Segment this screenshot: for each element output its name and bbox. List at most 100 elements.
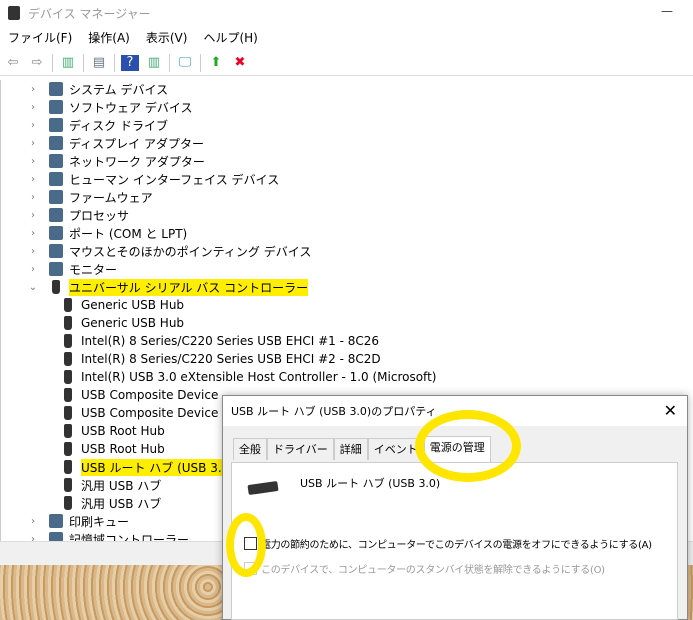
properties-dialog: USB ルート ハブ (USB 3.0)のプロパティ ✕ 全般 ドライバー 詳細 イベ… — [222, 395, 688, 620]
expand-chevron-icon[interactable]: › — [27, 138, 39, 149]
expand-chevron-icon[interactable]: › — [27, 264, 39, 275]
tree-item-label: ディスプレイ アダプター — [69, 136, 204, 151]
menu-item[interactable]: ヘルプ(H) — [195, 28, 265, 48]
tree-item-label: ディスク ドライブ — [69, 118, 168, 133]
expand-chevron-icon[interactable]: › — [27, 246, 39, 257]
tree-item-label: USB Composite Device — [81, 388, 219, 402]
help-icon[interactable]: ? — [121, 54, 139, 71]
tree-device[interactable]: USB Root Hub — [61, 422, 165, 440]
device-category-icon — [49, 514, 63, 528]
tree-item-label: 汎用 USB ハブ — [81, 496, 162, 511]
tree-item-label: ソフトウェア デバイス — [69, 100, 193, 115]
tree-item-label: ファームウェア — [69, 190, 153, 205]
tree-device[interactable]: Intel(R) 8 Series/C220 Series USB EHCI #… — [61, 332, 379, 350]
tree-device[interactable]: Generic USB Hub — [61, 296, 184, 314]
tree-item-label: モニター — [69, 262, 118, 277]
forward-arrow-icon[interactable]: ⇨ — [28, 55, 46, 71]
tree-device[interactable]: USB ルート ハブ (USB 3.0) — [61, 458, 234, 476]
tree-category[interactable]: › ソフトウェア デバイス — [27, 98, 192, 116]
device-category-icon — [49, 208, 63, 222]
tree-device[interactable]: Intel(R) 8 Series/C220 Series USB EHCI #… — [61, 350, 381, 368]
usb-device-icon — [64, 388, 72, 402]
usb-device-icon — [64, 352, 72, 366]
tree-item-label: プロセッサ — [69, 208, 130, 223]
properties-icon[interactable]: ▤ — [90, 55, 108, 71]
update-driver-icon[interactable]: ⬆ — [207, 55, 225, 71]
expand-chevron-icon[interactable]: › — [27, 84, 39, 95]
tree-item-label: Intel(R) 8 Series/C220 Series USB EHCI #… — [81, 352, 381, 366]
usb-device-icon — [64, 478, 72, 492]
usb-device-icon — [64, 316, 72, 330]
tree-device[interactable]: 汎用 USB ハブ — [61, 476, 161, 494]
expand-chevron-icon[interactable]: › — [27, 210, 39, 221]
expand-chevron-icon[interactable]: › — [27, 534, 39, 542]
highlight-circle — [226, 513, 266, 577]
tree-device[interactable]: USB Composite Device — [61, 404, 218, 422]
tree-category[interactable]: › ディスク ドライブ — [27, 116, 168, 134]
toolbar-separator — [52, 53, 53, 72]
show-hide-console-tree-icon[interactable]: ▥ — [59, 55, 77, 71]
tree-item-label: ネットワーク アダプター — [69, 154, 205, 169]
tree-item-label: ポート (COM と LPT) — [69, 226, 188, 241]
tree-category[interactable]: › システム デバイス — [27, 80, 168, 98]
toolbar-separator — [114, 53, 115, 72]
tree-item-label: Intel(R) 8 Series/C220 Series USB EHCI #… — [81, 334, 380, 348]
tree-device[interactable]: Intel(R) USB 3.0 eXtensible Host Control… — [61, 368, 436, 386]
expand-chevron-icon[interactable]: › — [27, 192, 39, 203]
tree-category[interactable]: › 記憶域コントローラー — [27, 530, 189, 541]
expand-chevron-icon[interactable]: › — [27, 156, 39, 167]
minimize-button[interactable]: — — [661, 4, 673, 18]
tab-0[interactable]: 全般 — [233, 438, 267, 460]
tree-category[interactable]: › マウスとそのほかのポインティング デバイス — [27, 242, 311, 260]
highlight-circle — [415, 410, 521, 482]
tree-device[interactable]: Generic USB Hub — [61, 314, 184, 332]
scan-hardware-icon[interactable]: 🖵 — [176, 55, 194, 71]
tab-1[interactable]: ドライバー — [267, 438, 334, 460]
allow-power-off-checkbox[interactable]: 電力の節約のために、コンピューターでこのデバイスの電源をオフにできるようにする(… — [244, 536, 669, 551]
expand-chevron-icon[interactable]: › — [27, 516, 39, 527]
menu-item[interactable]: 操作(A) — [80, 28, 138, 48]
menu-item[interactable]: ファイル(F) — [0, 28, 80, 48]
tree-category[interactable]: › モニター — [27, 260, 117, 278]
tree-device[interactable]: 汎用 USB ハブ — [61, 494, 161, 512]
tree-category[interactable]: › ポート (COM と LPT) — [27, 224, 187, 242]
tree-item-label: ヒューマン インターフェイス デバイス — [69, 172, 280, 187]
expand-chevron-icon[interactable]: › — [27, 174, 39, 185]
tree-item-label: Generic USB Hub — [81, 316, 185, 330]
device-category-icon — [49, 226, 63, 240]
window-title: デバイス マネージャー — [28, 6, 151, 21]
expand-chevron-icon[interactable]: › — [27, 102, 39, 113]
tree-category[interactable]: › 印刷キュー — [27, 512, 129, 530]
usb-device-icon — [64, 370, 72, 384]
tree-category[interactable]: › ヒューマン インターフェイス デバイス — [27, 170, 279, 188]
usb-device-icon — [64, 496, 72, 510]
checkbox-label: このデバイスで、コンピューターのスタンバイ状態を解除できるようにする(O) — [261, 565, 605, 576]
back-arrow-icon[interactable]: ⇦ — [4, 55, 22, 71]
close-button[interactable]: ✕ — [664, 401, 677, 420]
usb-device-icon — [64, 334, 72, 348]
toolbar-separator — [83, 53, 84, 72]
expand-chevron-icon[interactable]: › — [27, 228, 39, 239]
tree-category-usb-controllers[interactable]: ⌄ ユニバーサル シリアル バス コントローラー — [27, 278, 309, 296]
tree-category[interactable]: › プロセッサ — [27, 206, 129, 224]
usb-device-icon — [64, 298, 72, 312]
tree-category[interactable]: › ファームウェア — [27, 188, 153, 206]
action-pane-icon[interactable]: ▥ — [145, 55, 163, 71]
device-category-icon — [49, 100, 63, 114]
device-manager-icon — [8, 6, 20, 20]
tree-category[interactable]: › ネットワーク アダプター — [27, 152, 205, 170]
uninstall-icon[interactable]: ✖ — [231, 55, 249, 71]
menu-item[interactable]: 表示(V) — [138, 28, 196, 48]
usb-device-icon — [64, 460, 72, 474]
device-category-icon — [49, 172, 63, 186]
tab-2[interactable]: 詳細 — [333, 438, 368, 460]
tree-item-label: マウスとそのほかのポインティング デバイス — [69, 244, 312, 259]
collapse-chevron-icon[interactable]: ⌄ — [27, 282, 39, 293]
tree-device[interactable]: USB Composite Device — [61, 386, 218, 404]
tree-item-label: 汎用 USB ハブ — [81, 478, 162, 493]
tree-device[interactable]: USB Root Hub — [61, 440, 165, 458]
tree-category[interactable]: › ディスプレイ アダプター — [27, 134, 204, 152]
menu-bar: ファイル(F) 操作(A) 表示(V) ヘルプ(H) — [0, 28, 266, 48]
expand-chevron-icon[interactable]: › — [27, 120, 39, 131]
tree-item-label: ユニバーサル シリアル バス コントローラー — [69, 278, 309, 296]
